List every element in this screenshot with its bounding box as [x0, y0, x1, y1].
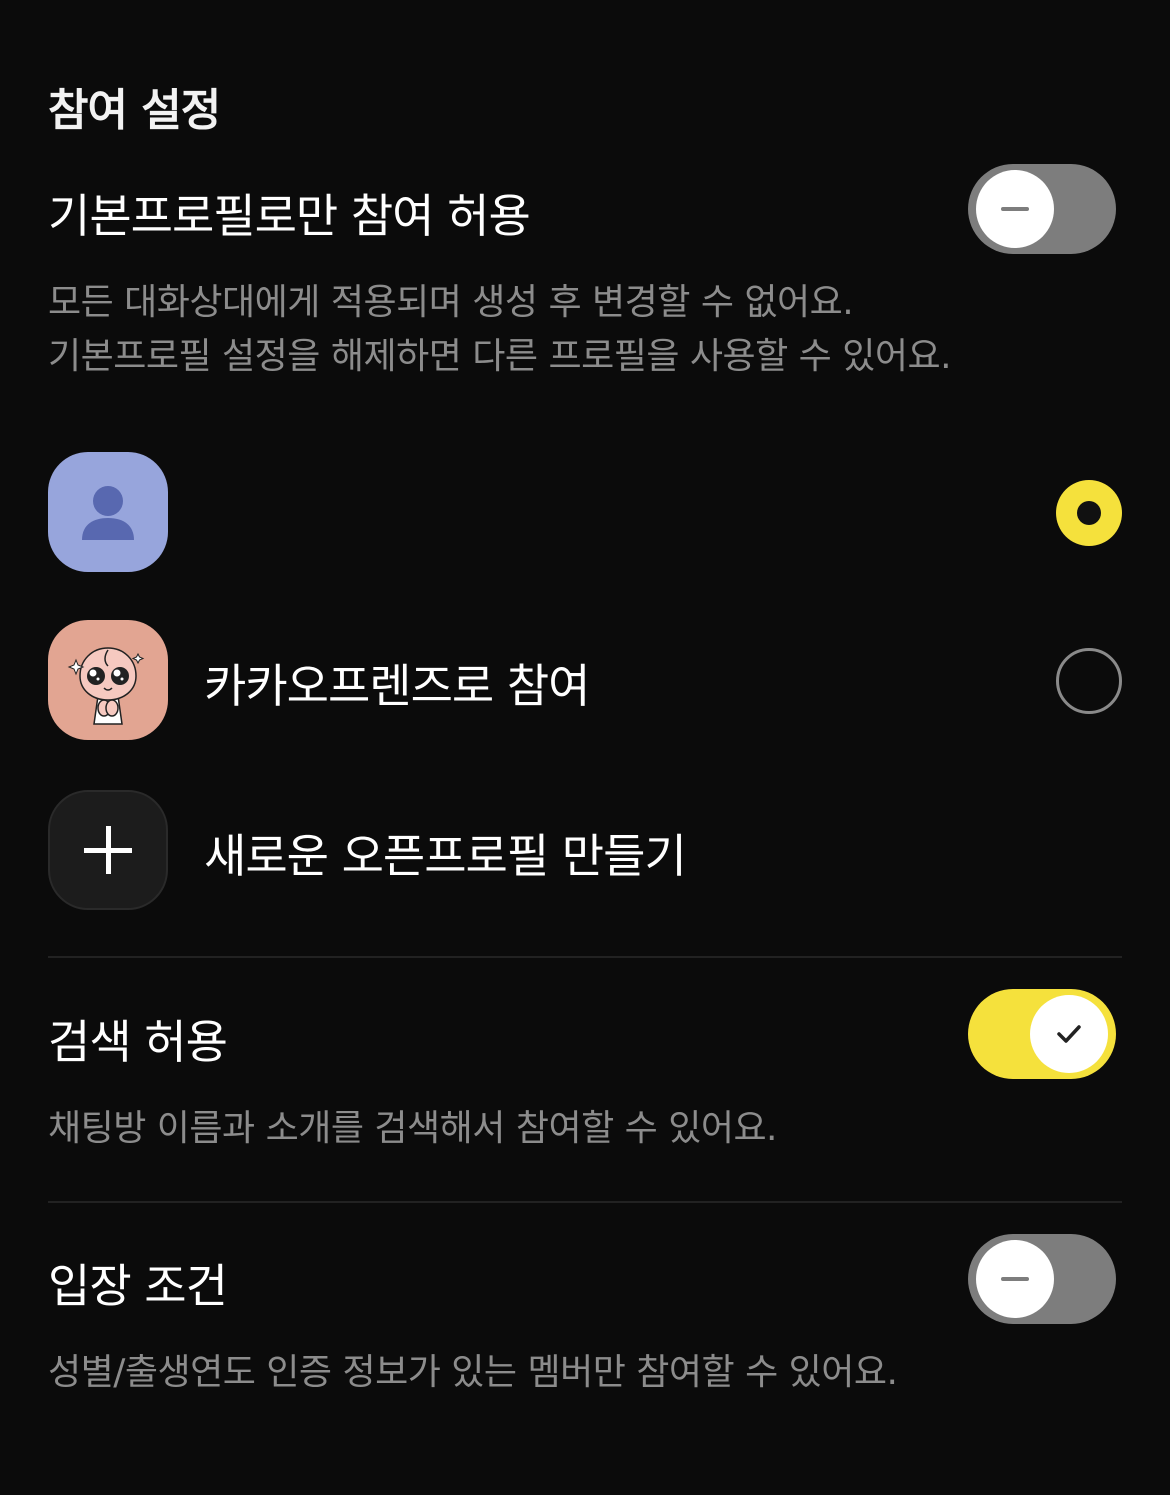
basic-profile-only-title: 기본프로필로만 참여 허용	[48, 189, 531, 243]
default-profile-avatar	[48, 452, 168, 572]
basic-profile-description-line1: 모든 대화상대에게 적용되며 생성 후 변경할 수 없어요.	[48, 282, 854, 323]
radio-dot	[1077, 501, 1101, 525]
create-open-profile-row[interactable]: 새로운 오픈프로필 만들기	[48, 790, 1122, 910]
search-allow-title: 검색 허용	[48, 1015, 228, 1069]
basic-profile-only-toggle[interactable]	[968, 164, 1116, 254]
section-title: 참여 설정	[48, 85, 221, 136]
apeach-character-icon	[67, 647, 145, 725]
check-icon	[1057, 1025, 1081, 1043]
basic-profile-description-line2: 기본프로필 설정을 해제하면 다른 프로필을 사용할 수 있어요.	[48, 336, 952, 377]
toggle-knob	[1030, 995, 1108, 1073]
profile-option-label: 카카오프렌즈로 참여	[204, 659, 591, 713]
toggle-knob	[976, 170, 1054, 248]
create-profile-avatar	[48, 790, 168, 910]
create-open-profile-label: 새로운 오픈프로필 만들기	[204, 829, 687, 883]
profile-option-kakao-friends[interactable]: 카카오프렌즈로 참여	[48, 620, 1122, 740]
minus-icon	[1001, 1277, 1029, 1281]
entry-condition-toggle[interactable]	[968, 1234, 1116, 1324]
radio-unselected[interactable]	[1056, 648, 1122, 714]
radio-selected[interactable]	[1056, 480, 1122, 546]
minus-icon	[1001, 207, 1029, 211]
entry-condition-description: 성별/출생연도 인증 정보가 있는 멤버만 참여할 수 있어요.	[48, 1352, 898, 1393]
person-icon	[82, 486, 134, 540]
entry-condition-title: 입장 조건	[48, 1259, 228, 1313]
basic-profile-description: 모든 대화상대에게 적용되며 생성 후 변경할 수 없어요. 기본프로필 설정을…	[48, 276, 952, 384]
toggle-knob	[976, 1240, 1054, 1318]
plus-icon	[84, 826, 132, 874]
kakao-friends-avatar	[48, 620, 168, 740]
search-allow-toggle[interactable]	[968, 989, 1116, 1079]
divider	[48, 956, 1122, 958]
divider	[48, 1201, 1122, 1203]
profile-option-default[interactable]	[48, 452, 1122, 572]
search-allow-description: 채팅방 이름과 소개를 검색해서 참여할 수 있어요.	[48, 1108, 778, 1149]
